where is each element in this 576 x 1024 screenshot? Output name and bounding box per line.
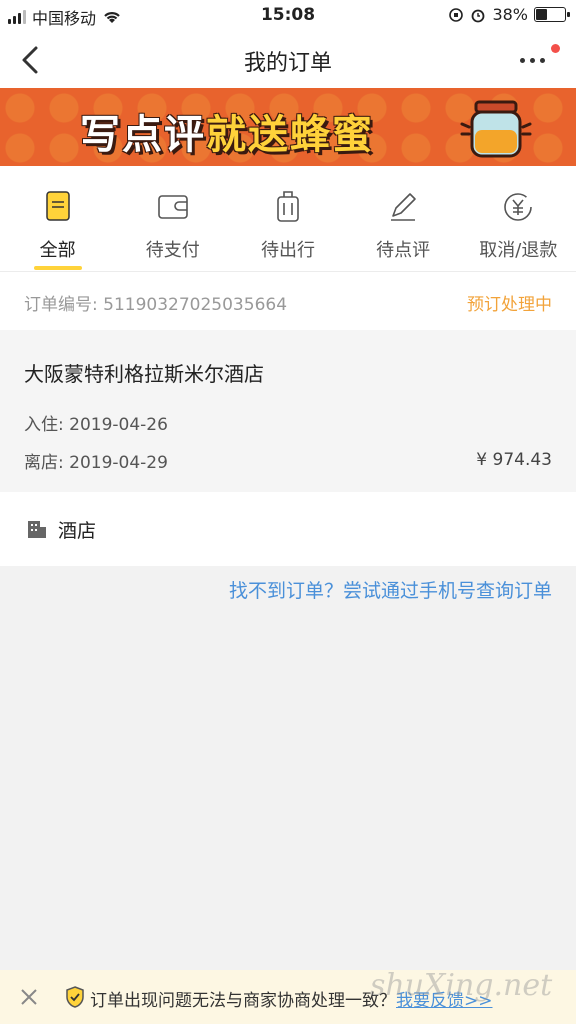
category-label: 酒店 — [58, 520, 97, 542]
tab-label: 取消/退款 — [479, 240, 558, 261]
wallet-icon — [157, 195, 188, 219]
battery-icon — [534, 7, 570, 22]
banner-text: 写点评就送蜂蜜 — [80, 112, 374, 158]
building-icon — [28, 521, 46, 538]
checkin-date: 入住: 2019-04-26 — [24, 415, 168, 435]
tab-label: 全部 — [39, 240, 76, 261]
find-order-link[interactable]: 找不到订单？尝试通过手机号查询订单 — [229, 576, 552, 603]
hotel-name: 大阪蒙特利格拉斯米尔酒店 — [24, 362, 264, 386]
order-status: 预订处理中 — [467, 295, 552, 315]
nav-bar: 我的订单 — [0, 30, 576, 88]
alarm-icon — [472, 9, 485, 22]
order-number: 订单编号: 51190327025035664 — [24, 295, 288, 315]
battery-percent: 38% — [492, 5, 528, 24]
order-price: ¥ 974.43 — [476, 450, 552, 470]
notification-dot — [551, 44, 560, 53]
close-icon[interactable] — [18, 986, 40, 1008]
order-header: 订单编号: 51190327025035664 预订处理中 — [0, 272, 576, 330]
refund-yen-icon — [504, 193, 533, 221]
checkout-date: 离店: 2019-04-29 — [24, 453, 168, 473]
honey-jar-icon — [460, 100, 532, 158]
tab-label: 待支付 — [145, 240, 200, 261]
tab-label: 待点评 — [376, 240, 431, 261]
watermark: shuXing.net — [370, 968, 553, 1003]
all-orders-icon — [45, 191, 70, 221]
more-menu-button[interactable] — [520, 44, 560, 74]
more-icon — [520, 58, 545, 63]
status-bar: 中国移动 15:08 38% — [0, 0, 576, 30]
tab-to-review[interactable]: 待点评 — [346, 166, 461, 271]
page-title: 我的订单 — [243, 51, 332, 76]
order-tabs: 全部 待支付 待出行 待点评 取消/退款 — [0, 166, 576, 272]
shield-check-icon — [66, 986, 84, 1008]
tab-unpaid[interactable]: 待支付 — [115, 166, 230, 271]
tab-all[interactable]: 全部 — [0, 166, 115, 271]
active-tab-indicator — [33, 266, 82, 270]
rotation-lock-icon — [449, 7, 464, 22]
order-card[interactable]: 大阪蒙特利格拉斯米尔酒店 入住: 2019-04-26 离店: 2019-04-… — [0, 330, 576, 492]
tab-refund[interactable]: 取消/退款 — [461, 166, 576, 271]
luggage-icon — [277, 191, 299, 222]
tab-label: 待出行 — [260, 240, 315, 261]
promo-banner[interactable]: 写点评就送蜂蜜 — [0, 88, 576, 166]
pen-icon — [391, 193, 416, 221]
tab-upcoming[interactable]: 待出行 — [230, 166, 345, 271]
order-category: 酒店 — [0, 492, 576, 566]
